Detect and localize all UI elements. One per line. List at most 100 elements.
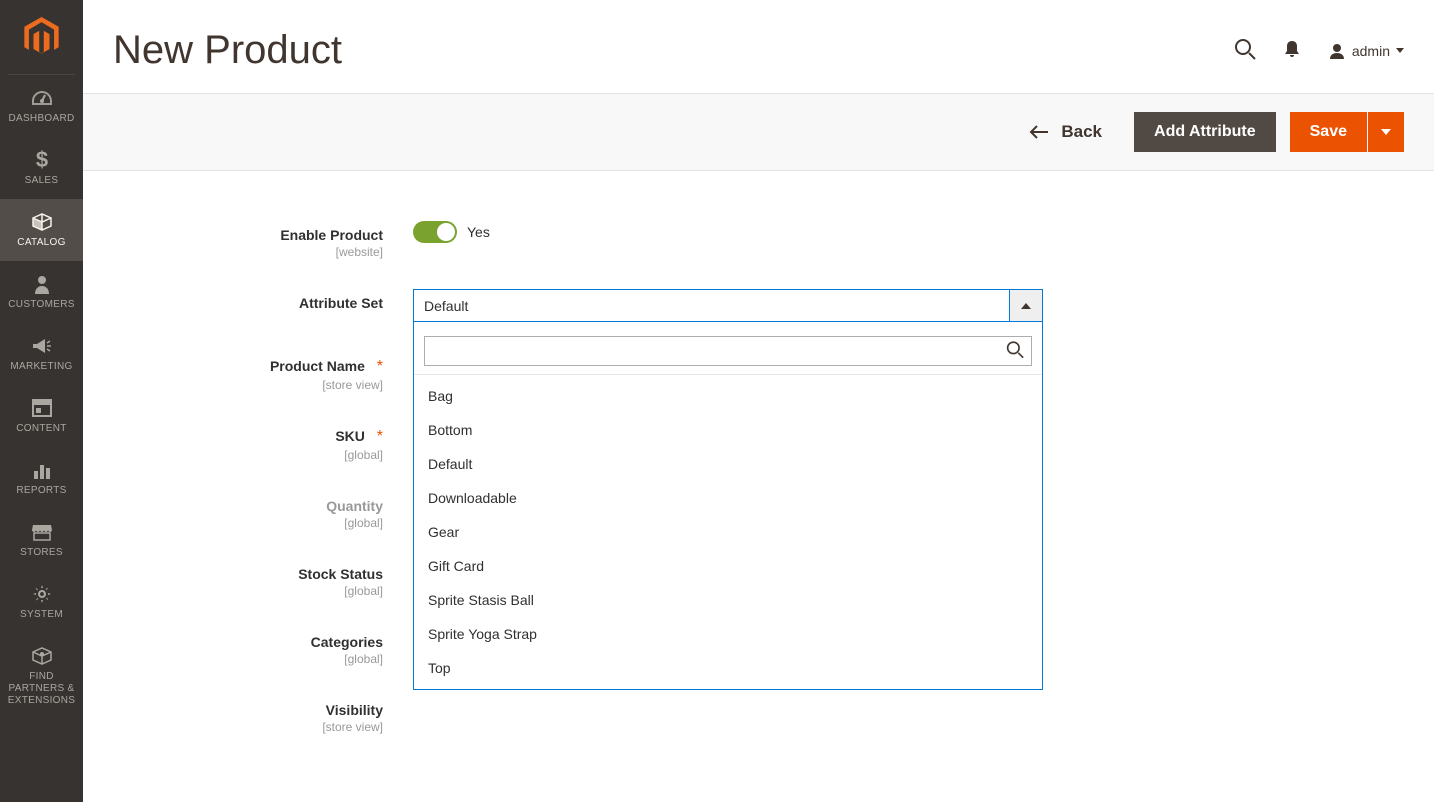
admin-user-menu[interactable]: admin: [1328, 43, 1404, 59]
chevron-down-icon: [1396, 48, 1404, 53]
dropdown-option[interactable]: Gift Card: [414, 549, 1042, 583]
required-mark: *: [377, 358, 383, 375]
form-input-col: Yes: [413, 221, 1043, 243]
toggle-knob: [437, 223, 455, 241]
quantity-scope: [global]: [113, 516, 383, 530]
categories-scope: [global]: [113, 652, 383, 666]
stores-icon: [30, 521, 54, 543]
bell-icon[interactable]: [1284, 40, 1300, 61]
page-title: New Product: [113, 28, 342, 73]
save-button-group: Save: [1290, 112, 1404, 152]
attribute-set-label: Attribute Set: [299, 295, 383, 311]
nav-label: Find Partners & Extensions: [4, 671, 79, 707]
partners-icon: [30, 645, 54, 667]
save-dropdown-toggle[interactable]: [1368, 112, 1404, 152]
megaphone-icon: [30, 335, 54, 357]
nav-stores[interactable]: Stores: [0, 509, 83, 571]
dropdown-panel: Bag Bottom Default Downloadable Gear Gif…: [413, 322, 1043, 690]
dollar-icon: $: [30, 149, 54, 171]
action-bar: Back Add Attribute Save: [83, 93, 1434, 171]
form-row-visibility: Visibility [store view]: [113, 696, 1404, 734]
nav-label: Catalog: [17, 237, 65, 249]
person-icon: [30, 273, 54, 295]
catalog-icon: [30, 211, 54, 233]
categories-label: Categories: [311, 634, 383, 650]
visibility-label: Visibility: [326, 702, 383, 718]
nav-customers[interactable]: Customers: [0, 261, 83, 323]
product-name-label: Product Name: [270, 358, 365, 374]
select-arrow-button[interactable]: [1009, 290, 1042, 321]
enable-product-toggle[interactable]: [413, 221, 457, 243]
gear-icon: [30, 583, 54, 605]
form-label-col: Attribute Set: [113, 289, 413, 311]
dropdown-option[interactable]: Top: [414, 651, 1042, 685]
dropdown-option[interactable]: Bag: [414, 379, 1042, 413]
back-label: Back: [1061, 122, 1102, 142]
search-icon[interactable]: [1234, 38, 1256, 63]
header-actions: admin: [1234, 38, 1404, 63]
dashboard-icon: [30, 87, 54, 109]
dropdown-option[interactable]: Gear: [414, 515, 1042, 549]
product-form: Enable Product [website] Yes Attribute S…: [83, 171, 1434, 794]
dropdown-search-container: [414, 322, 1042, 375]
stock-status-scope: [global]: [113, 584, 383, 598]
toggle-container: Yes: [413, 221, 1043, 243]
form-label-col: Visibility [store view]: [113, 696, 413, 734]
form-label-col: Enable Product [website]: [113, 221, 413, 259]
dropdown-option[interactable]: Sprite Stasis Ball: [414, 583, 1042, 617]
form-label-col: Product Name * [store view]: [113, 352, 413, 392]
nav-content[interactable]: Content: [0, 385, 83, 447]
search-icon: [1006, 341, 1024, 362]
admin-username: admin: [1352, 43, 1390, 59]
nav-label: Marketing: [10, 361, 72, 373]
save-button[interactable]: Save: [1290, 112, 1367, 152]
reports-icon: [30, 459, 54, 481]
form-label-col: Quantity [global]: [113, 492, 413, 530]
main-content: New Product admin: [83, 0, 1434, 802]
sku-label: SKU: [335, 428, 365, 444]
nav-sales[interactable]: $ Sales: [0, 137, 83, 199]
page-header: New Product admin: [83, 0, 1434, 93]
dropdown-option[interactable]: Default: [414, 447, 1042, 481]
enable-product-label: Enable Product: [280, 227, 383, 243]
dropdown-option[interactable]: Sprite Yoga Strap: [414, 617, 1042, 651]
svg-text:$: $: [36, 149, 48, 171]
attribute-set-select: Default: [413, 289, 1043, 322]
form-label-col: Categories [global]: [113, 628, 413, 666]
nav-label: Stores: [20, 547, 63, 559]
form-input-col: Default: [413, 289, 1043, 322]
visibility-scope: [store view]: [113, 720, 383, 734]
nav-label: Sales: [25, 175, 59, 187]
nav-label: System: [20, 609, 63, 621]
nav-system[interactable]: System: [0, 571, 83, 633]
nav-label: Content: [16, 423, 66, 435]
nav-dashboard[interactable]: Dashboard: [0, 75, 83, 137]
nav-catalog[interactable]: Catalog: [0, 199, 83, 261]
dropdown-option[interactable]: Downloadable: [414, 481, 1042, 515]
nav-marketing[interactable]: Marketing: [0, 323, 83, 385]
magento-logo-icon: [24, 17, 59, 57]
nav-label: Reports: [16, 485, 66, 497]
back-button[interactable]: Back: [1029, 122, 1102, 142]
select-display[interactable]: Default: [413, 289, 1043, 322]
dropdown-option[interactable]: Bottom: [414, 413, 1042, 447]
enable-product-scope: [website]: [113, 245, 383, 259]
dropdown-search-wrapper: [424, 336, 1032, 366]
required-mark: *: [377, 428, 383, 445]
nav-label: Customers: [8, 299, 74, 311]
sidebar: Dashboard $ Sales Catalog Customers: [0, 0, 83, 802]
quantity-label: Quantity: [326, 498, 383, 514]
add-attribute-button[interactable]: Add Attribute: [1134, 112, 1276, 152]
dropdown-options: Bag Bottom Default Downloadable Gear Gif…: [414, 375, 1042, 689]
sku-scope: [global]: [113, 448, 383, 462]
dropdown-search-input[interactable]: [424, 336, 1032, 366]
nav-reports[interactable]: Reports: [0, 447, 83, 509]
nav-partners[interactable]: Find Partners & Extensions: [0, 633, 83, 719]
logo-container[interactable]: [8, 0, 75, 75]
toggle-value-label: Yes: [467, 224, 490, 240]
form-row-attribute-set: Attribute Set Default: [113, 289, 1404, 322]
select-value: Default: [414, 298, 1009, 314]
triangle-up-icon: [1021, 303, 1031, 309]
stock-status-label: Stock Status: [298, 566, 383, 582]
form-row-enable-product: Enable Product [website] Yes: [113, 221, 1404, 259]
